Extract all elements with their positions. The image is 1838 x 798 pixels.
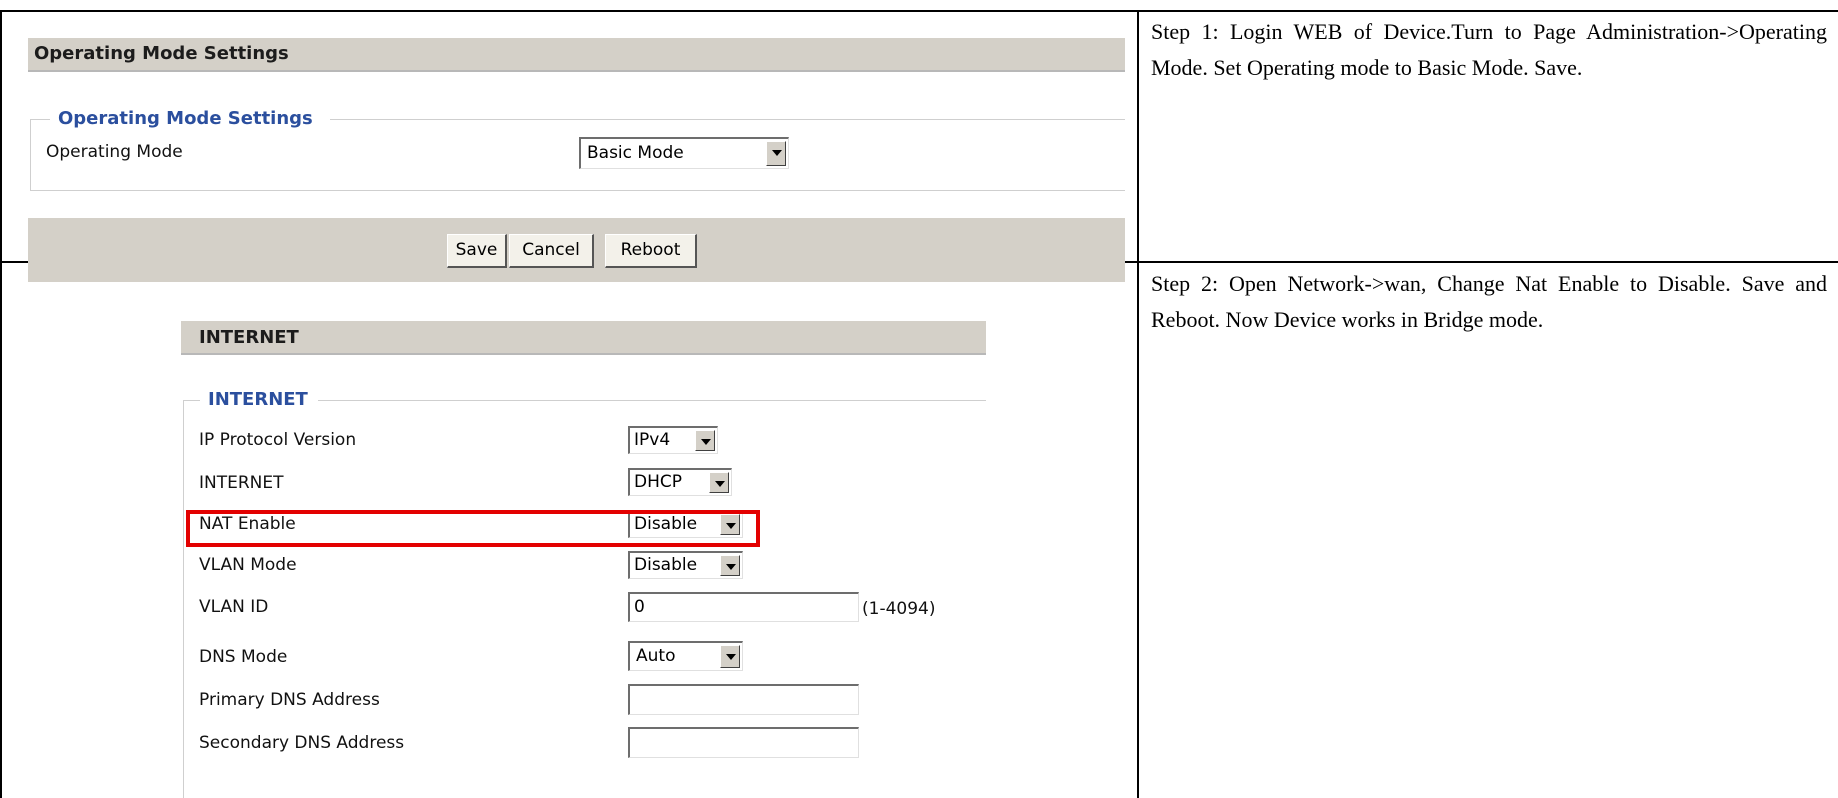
internet-header-bar xyxy=(181,321,986,355)
fieldset-border xyxy=(30,190,1125,191)
operating-mode-fieldset-legend: Operating Mode Settings xyxy=(50,108,321,129)
operating-mode-label: Operating Mode xyxy=(46,142,183,162)
dns-mode-value: Auto xyxy=(636,646,676,666)
dns-mode-label: DNS Mode xyxy=(199,647,288,667)
operating-mode-select[interactable]: Basic Mode xyxy=(579,137,789,169)
fieldset-border xyxy=(183,400,184,798)
table-column-divider xyxy=(1137,10,1139,798)
dns-mode-select[interactable]: Auto xyxy=(628,641,743,671)
nat-enable-highlight-box xyxy=(186,510,760,547)
internet-panel-title: INTERNET xyxy=(199,327,299,348)
fieldset-border xyxy=(318,400,986,401)
step1-instruction: Step 1: Login WEB of Device.Turn to Page… xyxy=(1151,19,1827,80)
vlan-id-label: VLAN ID xyxy=(199,597,269,617)
chevron-down-icon[interactable] xyxy=(695,430,715,451)
vlan-id-input[interactable]: 0 xyxy=(628,592,859,622)
fieldset-border xyxy=(30,119,50,120)
step2-instruction: Step 2: Open Network->wan, Change Nat En… xyxy=(1151,271,1827,332)
vlan-mode-label: VLAN Mode xyxy=(199,555,297,575)
ip-protocol-version-value: IPv4 xyxy=(634,430,671,450)
table-border-top xyxy=(0,10,1838,12)
cancel-button[interactable]: Cancel xyxy=(509,234,594,268)
secondary-dns-label: Secondary DNS Address xyxy=(199,733,405,753)
primary-dns-input[interactable] xyxy=(628,684,859,715)
internet-type-value: DHCP xyxy=(634,472,682,492)
chevron-down-icon[interactable] xyxy=(720,555,740,576)
chevron-down-icon[interactable] xyxy=(709,472,729,493)
operating-mode-select-value: Basic Mode xyxy=(587,143,684,163)
primary-dns-label: Primary DNS Address xyxy=(199,690,380,710)
vlan-mode-value: Disable xyxy=(634,555,698,575)
vlan-id-range-hint: (1-4094) xyxy=(862,599,936,619)
internet-type-select[interactable]: DHCP xyxy=(628,468,732,496)
operating-mode-panel-title: Operating Mode Settings xyxy=(34,43,289,64)
save-button[interactable]: Save xyxy=(447,234,507,268)
vlan-mode-select[interactable]: Disable xyxy=(628,551,743,579)
reboot-button[interactable]: Reboot xyxy=(605,234,697,268)
internet-type-label: INTERNET xyxy=(199,473,284,493)
ip-protocol-version-select[interactable]: IPv4 xyxy=(628,426,718,454)
secondary-dns-input[interactable] xyxy=(628,727,859,758)
ip-protocol-version-label: IP Protocol Version xyxy=(199,430,357,450)
fieldset-border xyxy=(330,119,1125,120)
internet-fieldset-legend: INTERNET xyxy=(200,389,316,410)
fieldset-border xyxy=(30,119,31,190)
chevron-down-icon[interactable] xyxy=(720,645,740,668)
chevron-down-icon[interactable] xyxy=(766,141,786,166)
table-border-left xyxy=(0,10,2,798)
